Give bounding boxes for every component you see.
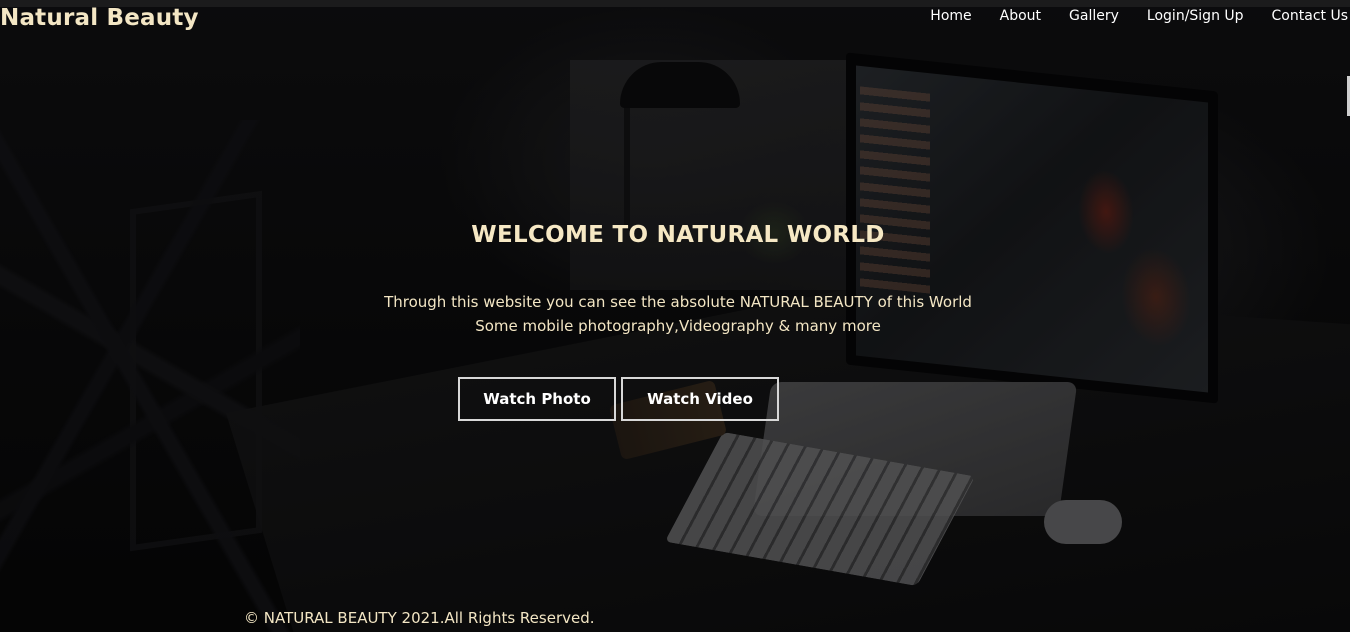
nav-item-gallery: Gallery <box>1041 8 1119 24</box>
nav-item-home: Home <box>902 8 971 24</box>
nav-item-login: Login/Sign Up <box>1119 8 1244 24</box>
hero-description-line-2: Some mobile photography,Videography & ma… <box>475 317 881 335</box>
nav-link-gallery[interactable]: Gallery <box>1041 8 1119 24</box>
watch-photo-button[interactable]: Watch Photo <box>458 377 616 421</box>
main-nav: Home About Gallery Login/Sign Up Contact… <box>902 8 1348 24</box>
page: Natural Beauty Home About Gallery Login/… <box>0 0 1350 632</box>
nav-link-home[interactable]: Home <box>902 8 971 24</box>
footer-copyright: © NATURAL BEAUTY 2021.All Rights Reserve… <box>244 609 595 627</box>
nav-link-about[interactable]: About <box>972 8 1041 24</box>
brand-logo[interactable]: Natural Beauty <box>0 5 199 31</box>
nav-link-contact[interactable]: Contact Us <box>1244 8 1348 24</box>
watch-video-button[interactable]: Watch Video <box>621 377 779 421</box>
hero-description-line-1: Through this website you can see the abs… <box>384 293 972 311</box>
dark-overlay <box>0 0 1350 632</box>
nav-item-about: About <box>972 8 1041 24</box>
nav-link-login-signup[interactable]: Login/Sign Up <box>1119 8 1244 24</box>
hero-title: WELCOME TO NATURAL WORLD <box>471 222 885 248</box>
nav-item-contact: Contact Us <box>1244 8 1348 24</box>
